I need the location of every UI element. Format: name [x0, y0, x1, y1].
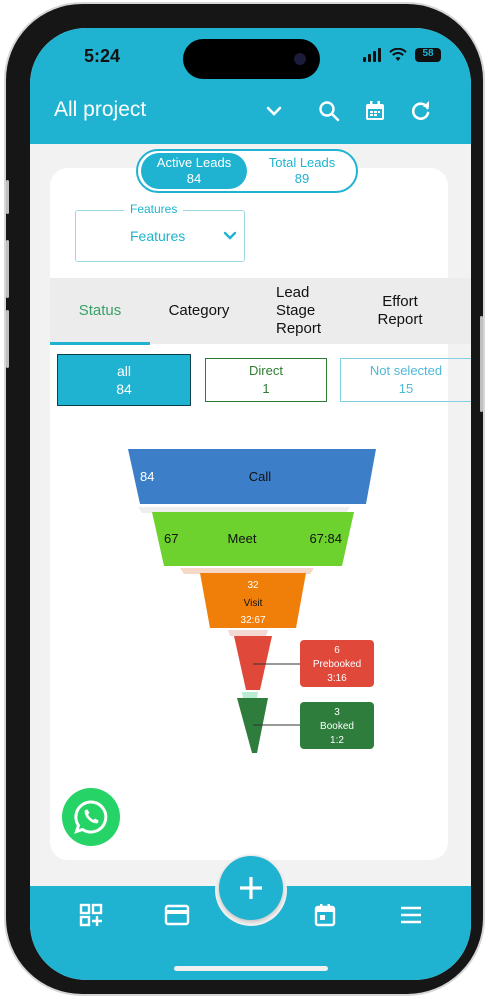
funnel-gap-prebooked-booked — [242, 692, 258, 698]
funnel-prebooked-label: Prebooked — [313, 659, 361, 670]
funnel-meet-ratio: 67:84 — [309, 531, 342, 546]
tab-indicator — [50, 342, 150, 345]
add-button[interactable] — [219, 856, 283, 920]
chevron-down-icon — [223, 231, 237, 240]
funnel-prebooked-count: 6 — [334, 645, 340, 656]
menu-icon — [401, 906, 421, 924]
funnel-call-label: Call — [249, 469, 272, 484]
tab-status[interactable]: Status — [50, 278, 150, 344]
calendar-icon — [366, 101, 384, 120]
status-icons: 58 — [363, 48, 441, 62]
lead-funnel-chart: 84 Call 67 Meet 67:84 32 Visit 32:67 6 P… — [128, 449, 376, 753]
page-title: All project — [54, 98, 147, 121]
features-dropdown[interactable]: Features Features — [75, 202, 245, 262]
funnel-booked-count: 3 — [334, 707, 340, 718]
project-dropdown-button[interactable] — [261, 98, 287, 124]
chip-all[interactable]: all 84 — [57, 354, 191, 406]
app-screen: 5:24 58 All project Active Leads 84 Tota… — [30, 28, 471, 980]
funnel-visit-ratio: 32:67 — [240, 615, 265, 626]
funnel-booked-label: Booked — [320, 721, 354, 732]
tab-effort-report[interactable]: Effort Report — [344, 278, 456, 344]
refresh-icon — [411, 101, 430, 120]
home-indicator — [174, 966, 328, 971]
nav-card-button[interactable] — [164, 902, 190, 928]
features-legend: Features — [124, 202, 184, 216]
signal-icon — [363, 48, 381, 62]
funnel-segment-prebooked[interactable] — [234, 636, 272, 690]
dynamic-island — [183, 39, 320, 79]
chip-not-selected-label: Not selected — [369, 363, 443, 378]
funnel-gap-visit-prebooked — [228, 630, 268, 636]
report-tabs: Status Category Lead Stage Report Effort… — [50, 278, 471, 345]
battery-level: 58 — [422, 48, 434, 59]
card-icon — [164, 904, 190, 926]
calendar-icon — [314, 904, 336, 927]
funnel-meet-count: 67 — [164, 531, 178, 546]
funnel-prebooked-ratio: 3:16 — [327, 673, 347, 684]
tab-lead-stage-report[interactable]: Lead Stage Report — [248, 278, 344, 338]
total-leads-toggle[interactable]: Total Leads 89 — [252, 153, 352, 189]
nav-dashboard-button[interactable] — [78, 902, 104, 928]
funnel-meet-label: Meet — [228, 531, 257, 546]
tab-category[interactable]: Category — [150, 278, 248, 344]
chevron-down-icon — [266, 106, 282, 116]
active-leads-count: 84 — [186, 171, 202, 186]
wifi-icon — [389, 48, 407, 61]
status-time: 5:24 — [84, 46, 121, 66]
battery-icon: 58 — [415, 48, 441, 62]
total-leads-label: Total Leads — [268, 155, 336, 170]
active-leads-toggle[interactable]: Active Leads 84 — [141, 153, 247, 189]
search-button[interactable] — [316, 98, 342, 124]
funnel-visit-label: Visit — [244, 598, 263, 609]
chip-not-selected[interactable]: Not selected 15 — [340, 358, 471, 402]
whatsapp-icon — [74, 800, 108, 834]
features-value: Features — [130, 228, 186, 244]
phone-frame: 5:24 58 All project Active Leads 84 Tota… — [4, 2, 485, 996]
chip-direct-count: 1 — [262, 381, 270, 396]
total-leads-count: 89 — [294, 171, 310, 186]
chip-direct[interactable]: Direct 1 — [205, 358, 327, 402]
chip-all-count: 84 — [116, 381, 132, 397]
chip-all-label: all — [116, 363, 131, 379]
funnel-visit-count: 32 — [247, 580, 259, 591]
nav-calendar-button[interactable] — [312, 902, 338, 928]
nav-menu-button[interactable] — [398, 902, 424, 928]
active-leads-label: Active Leads — [156, 155, 232, 170]
search-icon — [319, 101, 340, 122]
chip-not-selected-count: 15 — [398, 381, 414, 396]
leads-toggle: Active Leads 84 Total Leads 89 — [136, 149, 358, 193]
calendar-button[interactable] — [362, 98, 388, 124]
refresh-button[interactable] — [408, 98, 434, 124]
dashboard-add-icon — [79, 903, 103, 927]
chip-direct-label: Direct — [249, 363, 283, 378]
whatsapp-button[interactable] — [62, 788, 120, 846]
funnel-call-count: 84 — [140, 469, 154, 484]
add-icon — [240, 877, 262, 899]
funnel-booked-ratio: 1:2 — [330, 735, 344, 746]
